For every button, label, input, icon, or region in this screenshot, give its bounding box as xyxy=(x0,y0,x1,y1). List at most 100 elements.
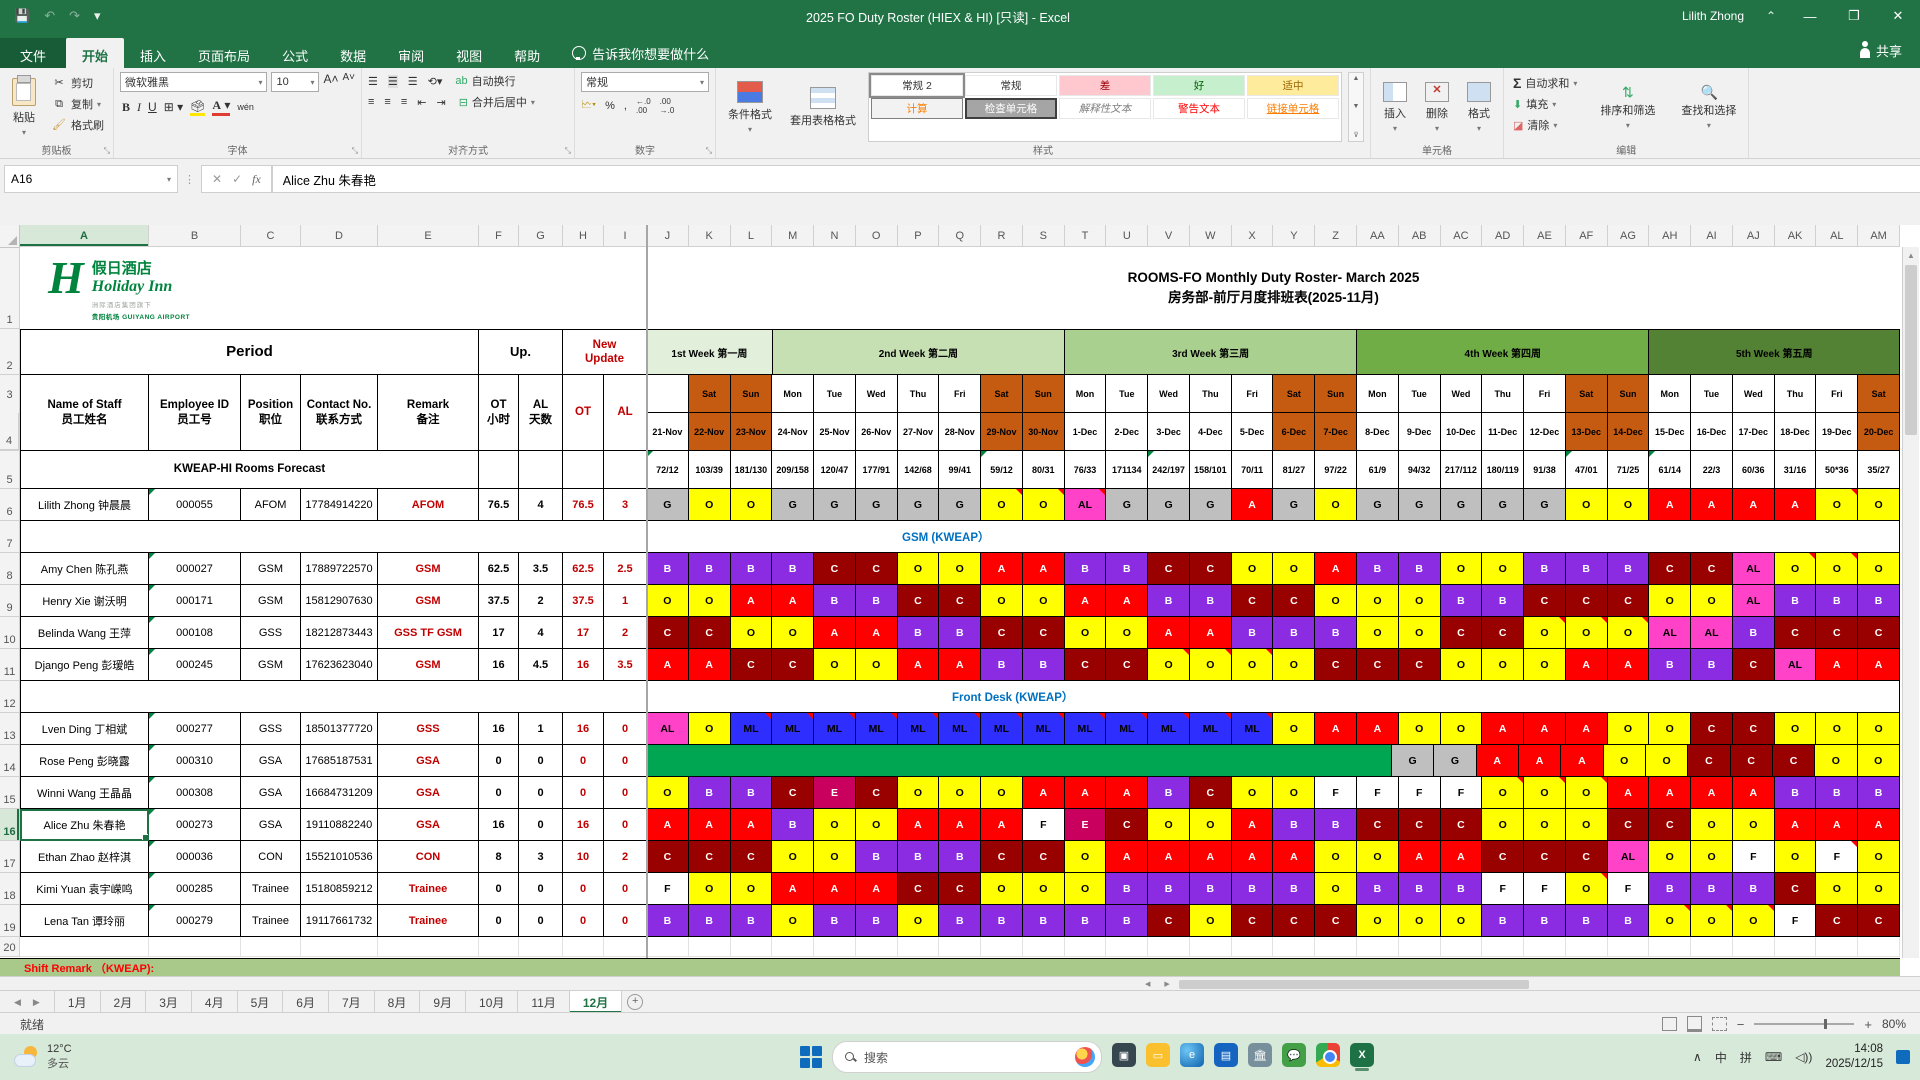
orientation-icon[interactable]: ⟲▾ xyxy=(428,75,443,88)
normal-view-icon[interactable] xyxy=(1661,1017,1677,1031)
shift-cell[interactable]: O xyxy=(1816,489,1859,521)
shift-cell[interactable]: O xyxy=(814,841,856,873)
day-cell[interactable]: Tue xyxy=(814,375,856,413)
week-band[interactable]: 3rd Week 第三周 xyxy=(1065,329,1358,375)
taskbar-search[interactable]: 搜索 xyxy=(832,1041,1102,1073)
comma-icon[interactable]: , xyxy=(624,100,627,112)
column-header-N[interactable]: N xyxy=(814,225,856,247)
row-header-14[interactable]: 14 xyxy=(0,745,20,777)
empty-cell[interactable] xyxy=(1440,937,1483,957)
cut-button[interactable]: ✂ 剪切 xyxy=(48,74,107,92)
shift-cell[interactable]: A xyxy=(1476,745,1519,777)
column-header-G[interactable]: G xyxy=(519,225,563,247)
row-header-9[interactable]: 9 xyxy=(0,585,20,617)
decimal-dec-icon[interactable]: .00 →.0 xyxy=(660,97,675,115)
shift-cell[interactable]: C xyxy=(981,617,1023,649)
merged-green-cell[interactable] xyxy=(812,745,854,777)
empty-cell[interactable] xyxy=(1315,937,1358,957)
shift-cell[interactable]: B xyxy=(1106,873,1149,905)
shift-cell[interactable]: B xyxy=(981,649,1023,681)
shift-cell[interactable]: O xyxy=(1649,585,1692,617)
shift-cell[interactable]: O xyxy=(897,553,940,585)
shift-cell[interactable]: O xyxy=(1816,553,1859,585)
merged-green-cell[interactable] xyxy=(1225,745,1267,777)
shift-cell[interactable]: B xyxy=(1064,905,1107,937)
shift-cell[interactable]: AL xyxy=(1732,553,1775,585)
shift-cell[interactable]: G xyxy=(939,489,982,521)
empty-cell[interactable] xyxy=(814,937,856,957)
shift-cell[interactable]: ML xyxy=(855,713,898,745)
shift-cell[interactable]: O xyxy=(981,489,1023,521)
row-header-17[interactable]: 17 xyxy=(0,841,20,873)
format-as-table-button[interactable]: 套用表格格式 xyxy=(784,72,862,142)
staff-ot-cell[interactable]: 16 xyxy=(479,649,519,681)
align-right-icon[interactable]: ≡ xyxy=(401,96,407,108)
shift-cell[interactable]: C xyxy=(981,841,1023,873)
shift-cell[interactable]: ML xyxy=(1148,713,1190,745)
merged-green-cell[interactable] xyxy=(894,745,937,777)
edge-icon[interactable]: e xyxy=(1180,1043,1204,1067)
shift-cell[interactable]: O xyxy=(1273,649,1316,681)
row-header-4[interactable]: 4 xyxy=(0,413,19,450)
forecast-cell[interactable]: 72/12 xyxy=(647,451,689,489)
shift-cell[interactable]: O xyxy=(1398,585,1441,617)
shift-cell[interactable]: B xyxy=(688,553,731,585)
shift-cell[interactable]: C xyxy=(1357,809,1399,841)
volume-icon[interactable]: ◁)) xyxy=(1795,1050,1812,1064)
empty-cell[interactable] xyxy=(1398,937,1441,957)
shift-cell[interactable]: F xyxy=(1398,777,1441,809)
shift-cell[interactable]: C xyxy=(1482,841,1525,873)
shift-cell[interactable]: O xyxy=(1774,553,1817,585)
staff-position-cell[interactable]: GSM xyxy=(241,649,301,681)
shift-cell[interactable]: C xyxy=(1524,841,1566,873)
staff-al2-cell[interactable]: 3.5 xyxy=(604,649,647,681)
day-cell[interactable]: Thu xyxy=(1189,375,1232,413)
shift-cell[interactable]: O xyxy=(647,777,689,809)
merged-green-cell[interactable] xyxy=(1184,745,1226,777)
shift-cell[interactable]: B xyxy=(1398,873,1441,905)
shift-cell[interactable]: C xyxy=(1189,553,1232,585)
shift-cell[interactable]: G xyxy=(1106,489,1149,521)
forecast-cell[interactable]: 103/39 xyxy=(688,451,731,489)
zoom-level[interactable]: 80% xyxy=(1882,1017,1906,1031)
shift-cell[interactable]: B xyxy=(1231,617,1274,649)
shift-cell[interactable]: ML xyxy=(1189,713,1232,745)
shift-cell[interactable]: O xyxy=(1231,777,1274,809)
shift-cell[interactable]: B xyxy=(1691,873,1733,905)
merged-green-cell[interactable] xyxy=(1266,745,1309,777)
row-header-20[interactable]: 20 xyxy=(0,937,20,957)
staff-remark-cell[interactable]: GSM xyxy=(378,649,479,681)
empty-cell[interactable] xyxy=(855,937,898,957)
date-cell[interactable]: 30-Nov xyxy=(1022,413,1065,451)
staff-contact-cell[interactable]: 17784914220 xyxy=(301,489,378,521)
shift-cell[interactable]: B xyxy=(730,777,773,809)
shift-cell[interactable]: B xyxy=(1524,553,1566,585)
shift-cell[interactable]: B xyxy=(897,617,940,649)
staff-name-cell[interactable]: Alice Zhu 朱春艳 xyxy=(20,809,149,841)
empty-cell[interactable] xyxy=(604,937,647,957)
shift-cell[interactable]: B xyxy=(855,585,898,617)
insert-cells-button[interactable]: 插入 ▾ xyxy=(1377,72,1413,142)
staff-id-cell[interactable]: 000273 xyxy=(149,809,241,841)
shift-cell[interactable]: A xyxy=(1691,489,1733,521)
empty-cell[interactable] xyxy=(1816,937,1859,957)
shift-cell[interactable]: A xyxy=(772,873,815,905)
shift-cell[interactable]: O xyxy=(1064,873,1107,905)
day-cell[interactable] xyxy=(647,375,689,413)
shift-cell[interactable]: A xyxy=(1315,713,1358,745)
row-header-2[interactable]: 2 xyxy=(0,329,20,375)
staff-contact-cell[interactable]: 15812907630 xyxy=(301,585,378,617)
shift-cell[interactable]: O xyxy=(1398,713,1441,745)
staff-col-header[interactable]: OT 小时 xyxy=(479,375,519,451)
staff-name-cell[interactable]: Lven Ding 丁相斌 xyxy=(20,713,149,745)
sheet-tab-1月[interactable]: 1月 xyxy=(53,991,101,1013)
shift-cell[interactable]: F xyxy=(1022,809,1065,841)
shift-cell[interactable]: A xyxy=(855,617,898,649)
zoom-slider[interactable] xyxy=(1754,1019,1855,1029)
shift-cell[interactable]: A xyxy=(1315,553,1358,585)
staff-contact-cell[interactable]: 19110882240 xyxy=(301,809,378,841)
shift-cell[interactable]: A xyxy=(730,809,773,841)
shift-cell[interactable]: ML xyxy=(814,713,856,745)
shift-cell[interactable]: G xyxy=(814,489,856,521)
forecast-cell[interactable]: 180/119 xyxy=(1482,451,1525,489)
